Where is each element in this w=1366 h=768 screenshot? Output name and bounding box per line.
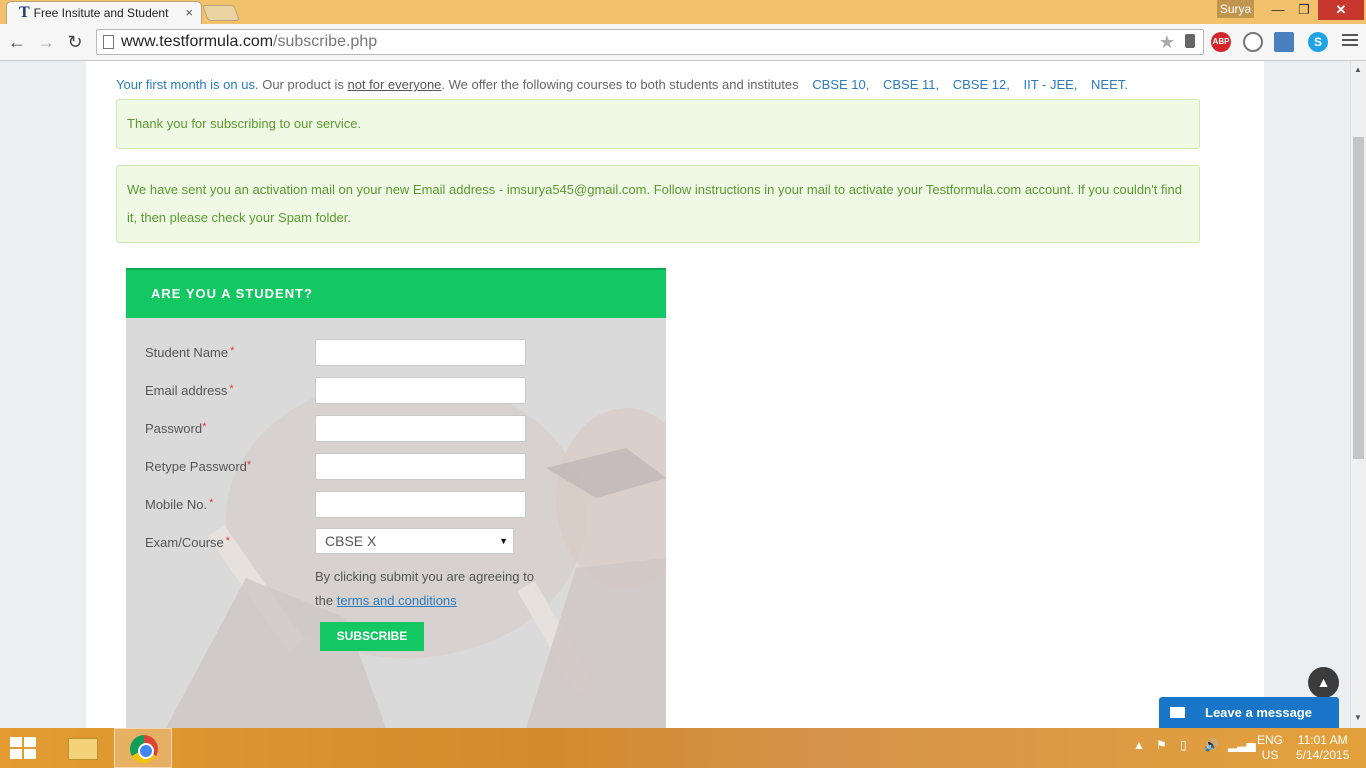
scrollbar-thumb[interactable] <box>1353 137 1364 459</box>
retype-password-label-text: Retype Password <box>145 459 247 474</box>
course-select[interactable]: CBSE X ▼ <box>315 528 514 554</box>
terms-link[interactable]: terms and conditions <box>337 593 457 608</box>
restore-icon[interactable]: ❐ <box>1290 0 1318 20</box>
tray-expand-icon[interactable]: ▲ <box>1133 738 1145 752</box>
favicon-icon: T <box>19 4 30 21</box>
required-mark: * <box>230 345 235 357</box>
tab-close-icon[interactable]: × <box>185 5 193 20</box>
page-icon <box>103 35 114 49</box>
minimize-icon[interactable]: — <box>1264 0 1292 20</box>
power-icon[interactable]: ▯ <box>1180 738 1187 752</box>
password-label: Password* <box>145 421 206 436</box>
envelope-icon <box>1170 707 1185 718</box>
email-input[interactable] <box>315 377 526 404</box>
password-label-text: Password <box>145 421 203 436</box>
back-icon[interactable]: ← <box>5 30 29 54</box>
mobile-label: Mobile No. * <box>145 497 213 512</box>
language-code: ENG <box>1257 733 1284 747</box>
abp-icon[interactable]: ABP <box>1211 32 1231 52</box>
promo-line: Your first month is on us. Our product i… <box>116 77 1128 92</box>
abp-label: ABP <box>1212 37 1230 46</box>
student-signup-panel: ARE YOU A STUDENT? Student Name * Email a… <box>126 268 666 728</box>
vertical-scrollbar[interactable]: ▲ ▼ <box>1350 61 1366 728</box>
email-label-text: Email address <box>145 383 228 398</box>
reload-icon[interactable]: ↻ <box>63 30 87 54</box>
scroll-to-top-button[interactable]: ▲ <box>1308 667 1339 698</box>
course-link-cbse11[interactable]: CBSE 11, <box>883 77 939 92</box>
activation-alert: We have sent you an activation mail on y… <box>116 165 1200 243</box>
bookmark-star-icon[interactable]: ★ <box>1159 32 1175 53</box>
student-name-label: Student Name * <box>145 345 234 360</box>
page-container: Your first month is on us. Our product i… <box>86 61 1264 728</box>
course-label-text: Exam/Course <box>145 535 224 550</box>
panel-heading: ARE YOU A STUDENT? <box>126 268 666 318</box>
promo-text-before: Our product is <box>258 77 348 92</box>
promo-underlined: not for everyone <box>347 77 442 92</box>
window-close-icon[interactable]: ✕ <box>1318 0 1364 20</box>
region-code: US <box>1261 748 1279 762</box>
leave-message-label: Leave a message <box>1205 705 1312 720</box>
retype-password-input[interactable] <box>315 453 526 480</box>
leave-message-widget[interactable]: Leave a message <box>1159 697 1339 728</box>
taskbar-explorer[interactable] <box>52 728 110 768</box>
required-mark: * <box>209 497 214 509</box>
scroll-up-icon[interactable]: ▲ <box>1354 65 1362 74</box>
activation-alert-text: We have sent you an activation mail on y… <box>127 182 1182 225</box>
folder-icon <box>68 738 98 760</box>
tab-title: Free Insitute and Student <box>33 6 169 20</box>
required-mark: * <box>225 535 231 547</box>
required-mark: * <box>202 421 207 433</box>
thanks-alert-text: Thank you for subscribing to our service… <box>127 116 362 131</box>
dropdown-arrow-icon: ▼ <box>499 536 508 546</box>
clock-date: 5/14/2015 <box>1296 748 1350 762</box>
required-mark: * <box>229 383 234 395</box>
course-link-iit-jee[interactable]: IIT - JEE, <box>1023 77 1077 92</box>
course-link-cbse12[interactable]: CBSE 12, <box>953 77 1010 92</box>
browser-titlebar: T Free Insitute and Student × Surya — ❐ … <box>0 0 1366 24</box>
course-select-value: CBSE X <box>325 533 377 549</box>
download-icon[interactable] <box>1274 32 1294 52</box>
agreement-text: By clicking submit you are agreeing to t… <box>315 565 545 613</box>
browser-tab[interactable]: T Free Insitute and Student × <box>6 1 202 24</box>
action-center-icon[interactable]: ⚑ <box>1156 738 1167 752</box>
language-indicator[interactable]: ENG US <box>1257 733 1283 763</box>
course-link-neet[interactable]: NEET. <box>1091 77 1128 92</box>
thanks-alert: Thank you for subscribing to our service… <box>116 99 1200 149</box>
course-link-cbse10[interactable]: CBSE 10, <box>812 77 869 92</box>
windows-start-icon[interactable] <box>10 737 38 761</box>
windows-taskbar: ▲ ⚑ ▯ 🔊 ▂▃▅ ENG US 11:01 AM 5/14/2015 <box>0 728 1366 768</box>
retype-password-label: Retype Password* <box>145 459 251 474</box>
clock-time: 11:01 AM <box>1297 733 1348 747</box>
page-viewport: Your first month is on us. Our product i… <box>0 61 1350 728</box>
system-clock[interactable]: 11:01 AM 5/14/2015 <box>1296 733 1349 763</box>
globe-icon[interactable] <box>1243 32 1263 52</box>
required-mark: * <box>246 459 252 471</box>
url-host: www.testformula.com <box>121 33 274 50</box>
promo-text-after: . We offer the following courses to both… <box>441 77 799 92</box>
mobile-label-text: Mobile No. <box>145 497 208 512</box>
scroll-down-icon[interactable]: ▼ <box>1354 713 1362 722</box>
forward-icon[interactable]: → <box>34 30 58 54</box>
skype-icon[interactable]: S <box>1308 32 1328 52</box>
password-input[interactable] <box>315 415 526 442</box>
chrome-menu-icon[interactable] <box>1342 34 1358 48</box>
new-tab-button[interactable] <box>202 5 240 21</box>
promo-highlight: Your first month is on us. <box>116 77 259 92</box>
key-icon[interactable] <box>1185 34 1195 48</box>
student-name-label-text: Student Name <box>145 345 229 360</box>
browser-toolbar: ← → ↻ www.testformula.com/subscribe.php … <box>0 24 1366 61</box>
mobile-input[interactable] <box>315 491 526 518</box>
url-path: /subscribe.php <box>273 33 378 50</box>
address-bar[interactable]: www.testformula.com/subscribe.php ★ <box>96 29 1204 55</box>
chrome-icon <box>130 735 158 763</box>
student-name-input[interactable] <box>315 339 526 366</box>
volume-icon[interactable]: 🔊 <box>1204 738 1219 752</box>
taskbar-chrome[interactable] <box>114 728 172 768</box>
email-label: Email address * <box>145 383 234 398</box>
profile-badge[interactable]: Surya <box>1217 0 1254 18</box>
subscribe-button[interactable]: SUBSCRIBE <box>320 622 424 651</box>
course-label: Exam/Course * <box>145 535 230 550</box>
network-icon[interactable]: ▂▃▅ <box>1228 738 1256 752</box>
